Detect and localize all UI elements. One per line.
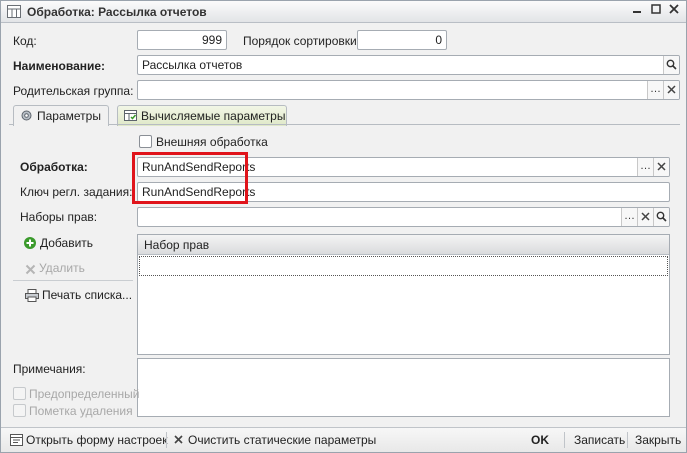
sort-order-field[interactable]: 0	[357, 30, 447, 50]
code-field[interactable]: 999	[137, 30, 227, 50]
name-label: Наименование:	[13, 59, 106, 73]
add-label: Добавить	[40, 236, 94, 250]
highlight-box	[132, 152, 248, 204]
tab-computed-parameters-label: Вычисляемые параметры	[141, 109, 286, 123]
close-button[interactable]: Закрыть	[635, 433, 681, 447]
search-icon[interactable]	[663, 56, 679, 74]
tabs-divider	[9, 124, 680, 125]
gear-icon	[20, 109, 33, 125]
clear-icon[interactable]	[637, 208, 653, 226]
notes-field[interactable]	[137, 358, 670, 417]
ellipsis-icon[interactable]: …	[621, 208, 637, 226]
minimize-icon[interactable]	[629, 4, 645, 19]
window-title: Обработка: Рассылка отчетов	[27, 5, 207, 19]
delete-label: Удалить	[39, 261, 85, 275]
add-icon	[23, 236, 37, 253]
sidebar-divider	[13, 280, 133, 281]
parent-group-field[interactable]: …	[137, 80, 680, 100]
print-icon	[25, 289, 39, 305]
code-label: Код:	[13, 34, 37, 48]
clear-icon	[174, 433, 183, 447]
separator	[564, 432, 565, 448]
external-processing-checkbox[interactable]	[139, 135, 152, 148]
table-row[interactable]	[139, 256, 668, 276]
external-processing-label: Внешняя обработка	[156, 135, 268, 149]
rights-sets-field[interactable]: …	[137, 207, 670, 227]
rights-sets-label: Наборы прав:	[20, 210, 98, 224]
clear-icon[interactable]	[653, 158, 669, 176]
close-icon[interactable]	[666, 4, 682, 19]
deletion-mark-label: Пометка удаления	[29, 404, 133, 418]
form-body: Код: 999 Порядок сортировки: 0 Наименова…	[1, 24, 686, 452]
separator	[166, 432, 167, 448]
clear-icon[interactable]	[663, 81, 679, 99]
tab-parameters[interactable]: Параметры	[13, 105, 109, 126]
print-list-button[interactable]: Печать списка...	[25, 288, 132, 305]
print-list-label: Печать списка...	[42, 288, 133, 302]
command-bar: Открыть форму настроек Очистить статичес…	[1, 427, 686, 452]
processing-window: Обработка: Рассылка отчетов Код: 999 Пор…	[0, 0, 687, 453]
save-button[interactable]: Записать	[574, 433, 625, 447]
schedule-key-label: Ключ регл. задания:	[20, 185, 133, 199]
column-rights-set: Набор прав	[144, 238, 210, 252]
clear-static-label: Очистить статические параметры	[188, 433, 377, 447]
predefined-checkbox[interactable]	[13, 387, 26, 400]
table-icon	[7, 5, 21, 18]
tab-computed-parameters[interactable]: Вычисляемые параметры	[117, 105, 287, 126]
name-field[interactable]: Рассылка отчетов	[137, 55, 680, 75]
ellipsis-icon[interactable]: …	[637, 158, 653, 176]
ellipsis-icon[interactable]: …	[647, 81, 663, 99]
tab-parameters-label: Параметры	[37, 109, 101, 123]
delete-icon	[25, 264, 36, 278]
deletion-mark-checkbox[interactable]	[13, 404, 26, 417]
parent-group-label: Родительская группа:	[13, 84, 134, 98]
open-settings-label: Открыть форму настроек	[26, 433, 168, 447]
title-bar[interactable]: Обработка: Рассылка отчетов	[1, 1, 686, 23]
notes-label: Примечания:	[13, 362, 86, 376]
sort-order-label: Порядок сортировки:	[243, 34, 361, 48]
clear-static-button[interactable]: Очистить статические параметры	[174, 433, 376, 447]
delete-button[interactable]: Удалить	[25, 261, 85, 278]
table-icon	[124, 109, 137, 125]
add-button[interactable]: Добавить	[23, 236, 93, 253]
predefined-label: Предопределенный	[29, 387, 140, 401]
ok-button[interactable]: OK	[531, 433, 549, 447]
name-value: Рассылка отчетов	[142, 58, 243, 72]
search-icon[interactable]	[653, 208, 669, 226]
rights-table[interactable]: Набор прав	[137, 234, 670, 355]
table-header[interactable]: Набор прав	[138, 235, 669, 255]
open-settings-button[interactable]: Открыть форму настроек	[10, 433, 167, 449]
processing-label: Обработка:	[20, 160, 88, 174]
maximize-icon[interactable]	[648, 4, 664, 19]
settings-form-icon	[10, 434, 23, 449]
separator	[627, 432, 628, 448]
